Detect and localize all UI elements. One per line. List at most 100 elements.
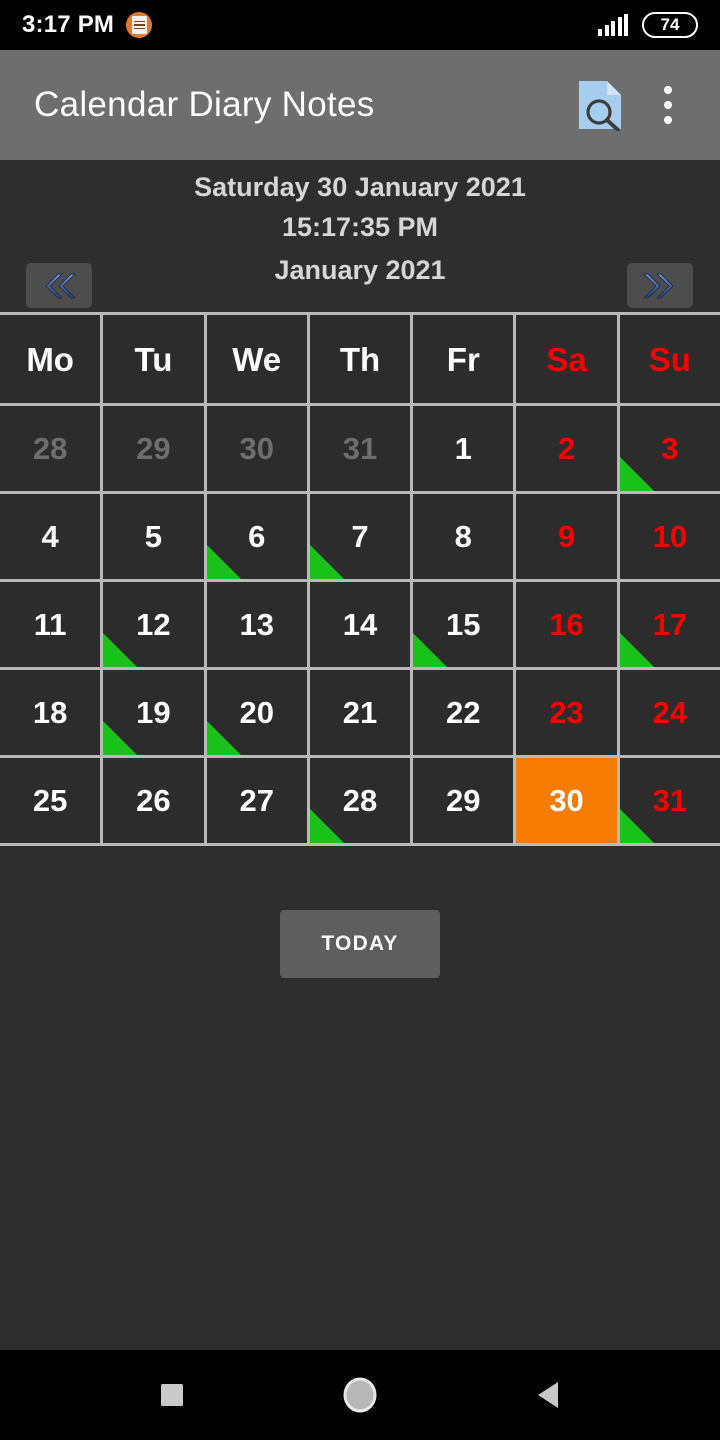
event-marker-icon [206,721,241,755]
weekday-header-label: Su [648,340,691,378]
calendar-day-cell[interactable]: 11 [0,582,101,667]
calendar-day-cell[interactable]: 17 [619,582,720,667]
event-marker-icon [619,809,654,843]
calendar-day-number: 15 [446,607,481,642]
calendar-day-cell[interactable]: 29 [103,406,204,491]
calendar-day-number: 28 [32,431,68,466]
calendar-grid: Mo Tu We Th Fr Sa Su 28 29 30 31 1 2 3 4 5 6 7 8 9 10 11 12 13 1… [0,312,720,846]
date-header-panel: Saturday 30 January 2021 15:17:35 PM Jan… [0,160,720,312]
calendar-day-cell[interactable]: 28 [309,758,411,843]
calendar-day-number: 5 [144,519,163,554]
event-marker-icon [206,545,241,579]
document-notification-icon [126,12,153,38]
calendar-day-number: 26 [136,783,171,818]
double-chevron-left-icon [45,273,77,298]
weekday-header-label: Tu [134,340,173,378]
calendar-day-cell[interactable]: 20 [206,670,307,755]
calendar-day-number: 24 [652,695,688,730]
calendar-day-cell[interactable]: 2 [516,406,617,491]
status-bar-clock: 3:17 PM [22,11,115,38]
calendar-day-cell[interactable]: 4 [0,494,101,579]
selected-date-label: Saturday 30 January 2021 [194,172,526,202]
calendar-day-number: 14 [342,607,378,642]
calendar-day-number: 13 [239,607,274,642]
weekday-header-label: We [232,340,282,378]
calendar-day-number: 23 [549,695,584,730]
calendar-day-number: 1 [454,431,472,466]
double-chevron-right-icon [642,273,674,298]
weekday-header-sa: Sa [516,315,617,403]
calendar-day-number: 17 [652,607,688,642]
calendar-day-cell[interactable]: 6 [206,494,307,579]
calendar-day-cell[interactable]: 19 [103,670,204,755]
calendar-day-number: 31 [342,431,378,466]
calendar-day-number: 30 [549,783,584,818]
calendar-day-cell[interactable]: 30 [516,758,617,843]
calendar-day-number: 10 [652,519,688,554]
home-circle-icon[interactable] [330,1365,390,1425]
calendar-day-number: 22 [446,695,481,730]
status-bar-left: 3:17 PM [22,11,153,39]
prev-month-button[interactable] [26,263,92,308]
weekday-header-fr: Fr [413,315,514,403]
calendar-day-cell[interactable]: 7 [309,494,411,579]
calendar-day-cell[interactable]: 13 [206,582,307,667]
calendar-day-number: 31 [652,783,688,818]
calendar-day-cell[interactable]: 8 [413,494,514,579]
more-options-icon[interactable] [634,71,702,139]
calendar-day-cell[interactable]: 21 [309,670,411,755]
event-marker-icon [413,633,448,667]
calendar-day-number: 2 [557,431,576,466]
calendar-day-cell[interactable]: 29 [413,758,514,843]
current-month-label: January 2021 [274,255,446,285]
calendar-day-number: 4 [41,519,59,554]
calendar-day-cell[interactable]: 30 [206,406,307,491]
calendar-day-cell[interactable]: 22 [413,670,514,755]
recents-square-icon[interactable] [142,1365,202,1425]
calendar-day-number: 16 [549,607,584,642]
calendar-day-cell[interactable]: 1 [413,406,514,491]
calendar-day-cell[interactable]: 16 [516,582,617,667]
calendar-day-cell[interactable]: 28 [0,406,101,491]
calendar-day-number: 3 [661,431,679,466]
calendar-day-cell[interactable]: 25 [0,758,101,843]
live-clock-label: 15:17:35 PM [281,212,439,242]
calendar-day-number: 6 [248,519,266,554]
next-month-button[interactable] [627,263,693,308]
weekday-header-label: Fr [446,340,480,378]
calendar-day-cell[interactable]: 9 [516,494,617,579]
calendar-day-cell[interactable]: 5 [103,494,204,579]
back-triangle-icon[interactable] [518,1365,578,1425]
calendar-day-cell[interactable]: 10 [619,494,720,579]
weekday-header-label: Mo [26,340,74,378]
calendar-day-cell[interactable]: 12 [103,582,204,667]
today-button[interactable]: TODAY [280,910,440,978]
page-title: Calendar Diary Notes [34,85,375,124]
calendar-day-cell[interactable]: 15 [413,582,514,667]
weekday-header-mo: Mo [0,315,101,403]
calendar-day-cell[interactable]: 3 [619,406,720,491]
calendar-day-number: 29 [136,431,171,466]
app-bar: Calendar Diary Notes [0,50,720,160]
calendar-day-cell[interactable]: 31 [619,758,720,843]
calendar-day-cell[interactable]: 18 [0,670,101,755]
calendar-day-cell[interactable]: 14 [309,582,411,667]
document-search-icon[interactable] [566,71,634,139]
calendar-day-cell[interactable]: 31 [309,406,411,491]
event-marker-icon [619,633,654,667]
weekday-header-su: Su [619,315,720,403]
calendar-day-cell[interactable]: 23 [516,670,617,755]
system-navigation-bar [0,1350,720,1440]
calendar-day-cell[interactable]: 26 [103,758,204,843]
calendar-day-number: 21 [342,695,378,730]
battery-indicator: 74 [642,12,698,38]
weekday-header-label: Th [339,340,381,378]
status-bar-right: 74 [598,12,698,38]
calendar-day-cell[interactable]: 27 [206,758,307,843]
calendar-day-number: 19 [136,695,171,730]
calendar-day-number: 29 [446,783,481,818]
calendar-day-number: 8 [454,519,472,554]
event-marker-icon [619,457,654,491]
weekday-header-th: Th [309,315,411,403]
calendar-day-cell[interactable]: 24 [619,670,720,755]
